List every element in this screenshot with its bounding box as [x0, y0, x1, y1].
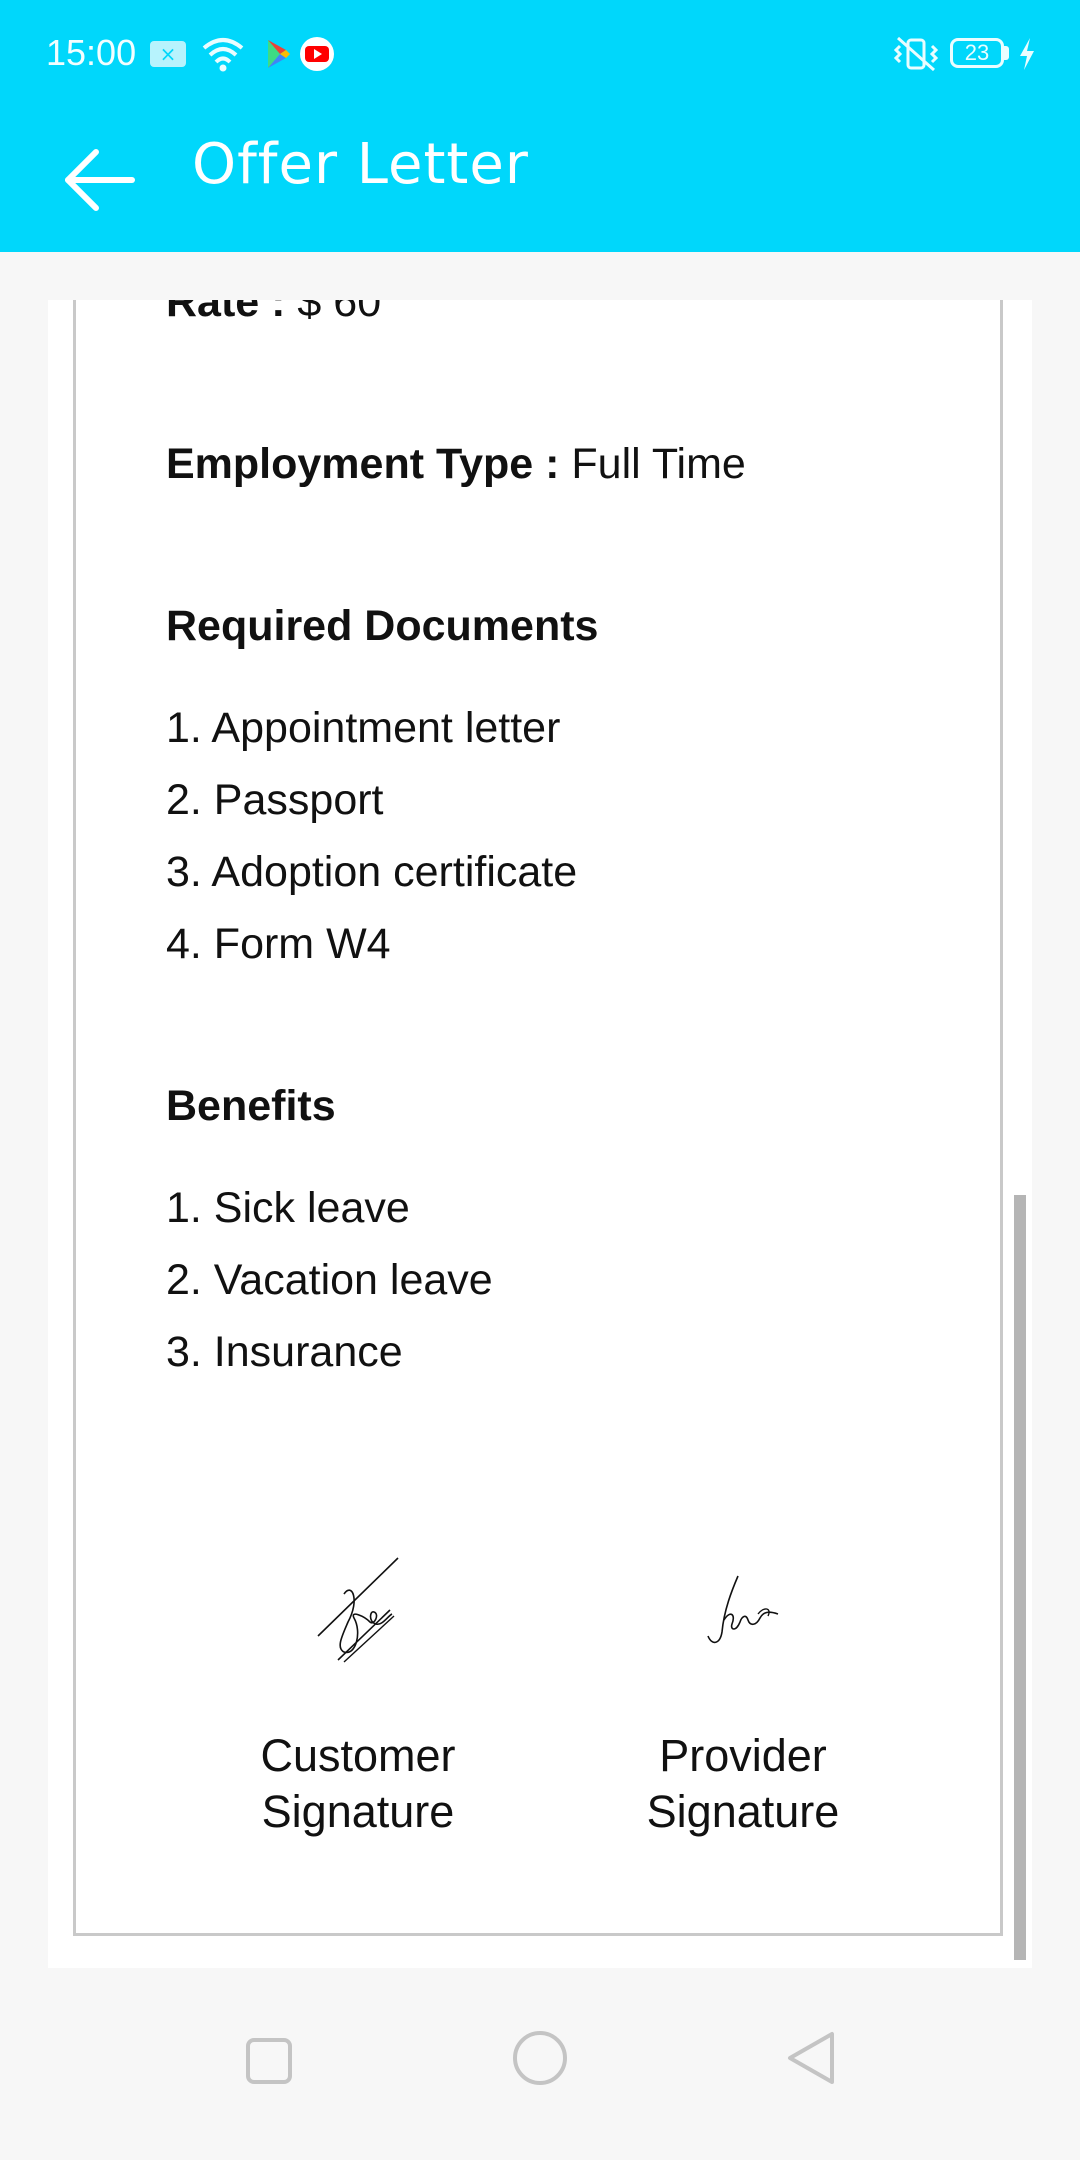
offer-letter-scroll-area[interactable]: Rate : $ 60 Employment Type : Full Time … [48, 300, 1032, 1968]
provider-signature-line2: Signature [646, 1786, 840, 1837]
rate-label: Rate : [166, 300, 286, 326]
provider-signature-label: Provider Signature [608, 1728, 878, 1840]
required-documents-heading: Required Documents [166, 602, 599, 650]
page-title: Offer Letter [192, 132, 529, 197]
employment-type-row: Employment Type : Full Time [166, 440, 746, 489]
scrollbar[interactable] [1014, 1195, 1026, 1960]
home-circle-icon[interactable] [510, 2028, 570, 2088]
customer-signature-label: Customer Signature [238, 1728, 478, 1840]
employment-type-label: Employment Type : [166, 440, 560, 488]
document-item: 2. Passport [166, 776, 384, 824]
document-item: 4. Form W4 [166, 920, 391, 968]
benefit-item: 2. Vacation leave [166, 1256, 493, 1304]
back-triangle-icon[interactable] [784, 2030, 840, 2086]
battery-tip [1004, 46, 1009, 60]
app-bar: Offer Letter [0, 108, 1080, 252]
benefit-item: 3. Insurance [166, 1328, 403, 1376]
benefits-heading: Benefits [166, 1082, 336, 1130]
play-store-icon [268, 40, 290, 68]
provider-signature-line1: Provider [659, 1730, 827, 1781]
status-time: 15:00 [46, 32, 137, 73]
navigation-bar [0, 1968, 1080, 2160]
document-item: 3. Adoption certificate [166, 848, 578, 896]
wifi-icon [202, 38, 244, 72]
arrow-left-icon[interactable] [58, 138, 142, 222]
status-bar: 15:00 × 23 [0, 0, 1080, 108]
document-item: 1. Appointment letter [166, 704, 561, 752]
vibrate-off-icon [893, 36, 939, 72]
recents-square-icon[interactable] [244, 2036, 294, 2086]
customer-signature-line1: Customer [260, 1730, 456, 1781]
employment-type-value: Full Time [559, 440, 746, 488]
sim-x-icon: × [150, 41, 186, 67]
battery-level: 23 [964, 40, 990, 65]
benefit-item: 1. Sick leave [166, 1184, 410, 1232]
youtube-icon [300, 37, 334, 71]
provider-signature-image [707, 1575, 779, 1644]
svg-text:×: × [160, 42, 177, 66]
customer-signature-image [317, 1557, 399, 1663]
battery-icon: 23 [950, 38, 1004, 68]
rate-row: Rate : $ 60 [166, 300, 381, 327]
rate-value: $ 60 [285, 300, 382, 326]
charging-icon [1020, 38, 1034, 70]
customer-signature-line2: Signature [261, 1786, 455, 1837]
